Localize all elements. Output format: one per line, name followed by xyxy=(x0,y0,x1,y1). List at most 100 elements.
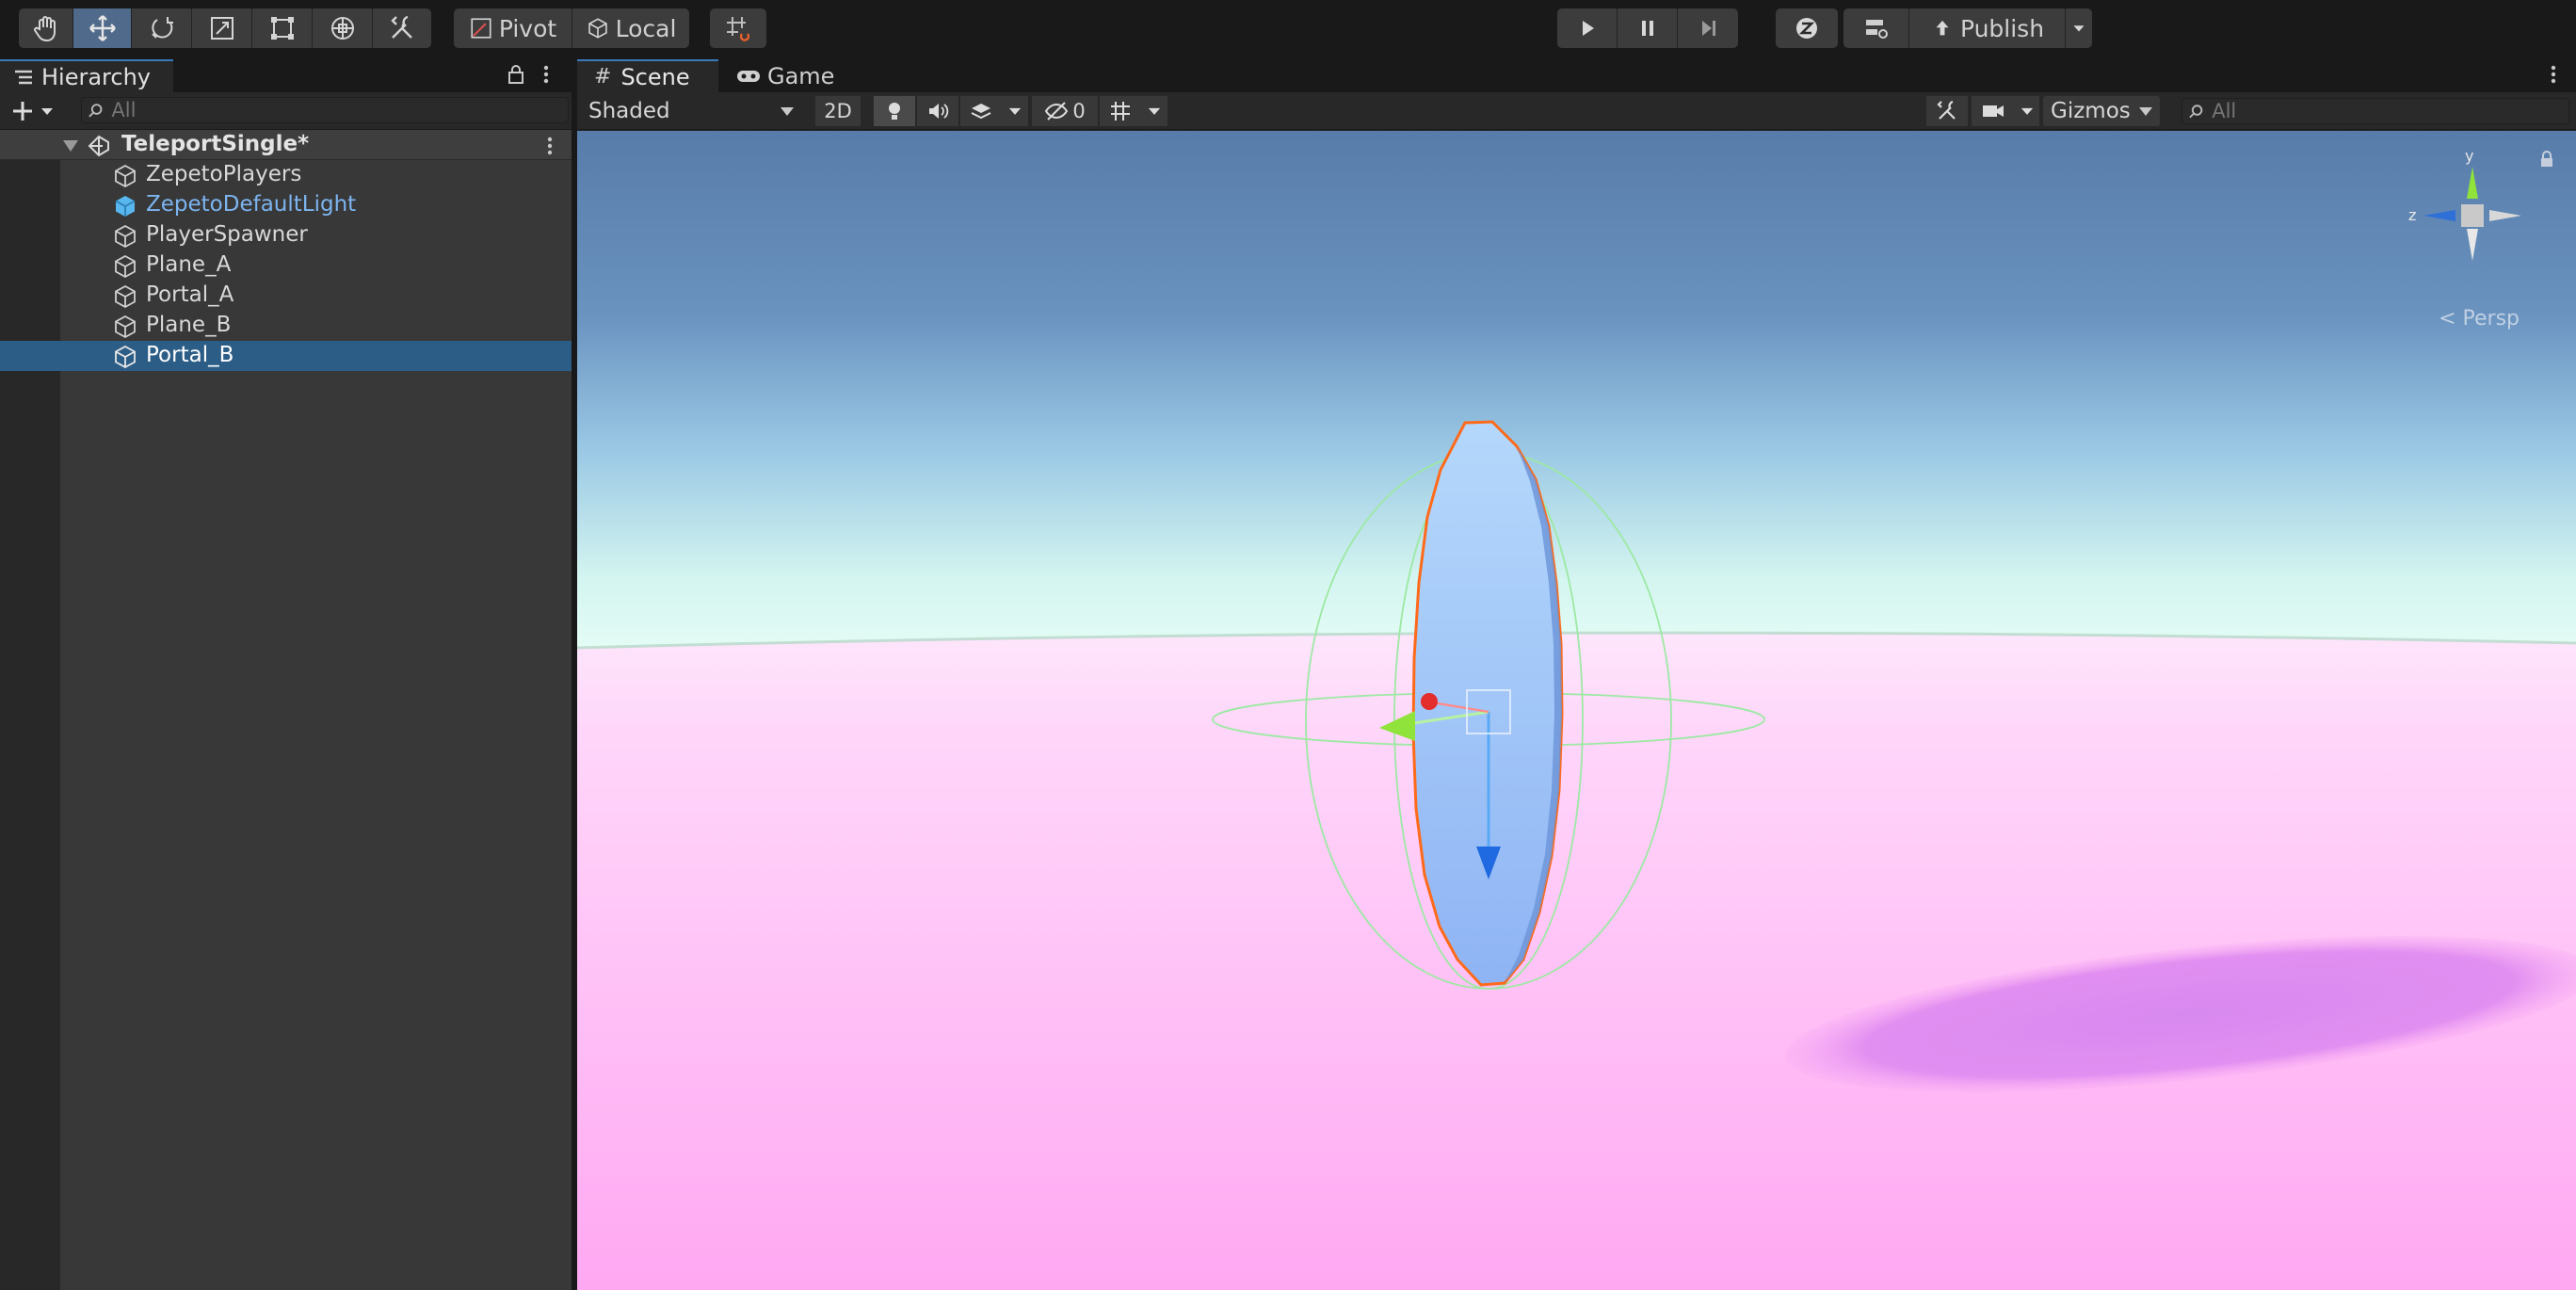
scene-viewport[interactable]: y z < Persp xyxy=(577,131,2576,1290)
hierarchy-item-playerspawner[interactable]: PlayerSpawner xyxy=(0,220,572,250)
hidden-objects-button[interactable]: 0 xyxy=(1032,96,1098,126)
hierarchy-list: TeleportSingle* ZepetoPlayers ZepetoDefa… xyxy=(0,130,572,1290)
orientation-gizmo[interactable]: y z xyxy=(2407,150,2538,282)
zepeto-account-button[interactable] xyxy=(1776,8,1838,48)
pivot-label: Pivot xyxy=(498,14,557,42)
scale-tool-button[interactable] xyxy=(192,8,252,48)
hierarchy-search-input[interactable] xyxy=(104,99,568,121)
zepeto-logo-icon xyxy=(1796,18,1817,39)
transform-tool-button[interactable] xyxy=(313,8,373,48)
hierarchy-item-portal-a[interactable]: Portal_A xyxy=(0,281,572,311)
play-controls xyxy=(1557,8,1738,48)
axis-z-label: z xyxy=(2408,206,2416,224)
pause-button[interactable] xyxy=(1618,8,1678,48)
speaker-icon xyxy=(929,104,949,119)
expand-arrow-icon[interactable] xyxy=(62,139,79,153)
chevron-down-icon xyxy=(1008,107,1022,115)
eye-slash-icon xyxy=(1045,102,1069,121)
effects-layers-icon xyxy=(971,104,991,120)
step-button[interactable] xyxy=(1678,8,1738,48)
scene-tools-button[interactable] xyxy=(1926,96,1968,126)
hierarchy-item-plane-b[interactable]: Plane_B xyxy=(0,311,572,341)
audio-toggle-button[interactable] xyxy=(917,96,958,126)
rect-tool-button[interactable] xyxy=(252,8,313,48)
2d-toggle-button[interactable]: 2D xyxy=(815,96,861,126)
publish-label: Publish xyxy=(1959,14,2045,42)
hierarchy-tab-label: Hierarchy xyxy=(41,63,152,90)
game-tab-label: Game xyxy=(767,62,835,89)
publish-dropdown-button[interactable] xyxy=(2066,8,2092,48)
hierarchy-search[interactable] xyxy=(81,97,569,123)
scene-header-row[interactable]: TeleportSingle* xyxy=(0,130,572,160)
grid-dropdown-button[interactable] xyxy=(1141,96,1167,126)
publish-button[interactable]: Publish xyxy=(1909,8,2066,48)
scene-search-input[interactable] xyxy=(2204,100,2568,122)
scene-menu-icon[interactable] xyxy=(2550,64,2557,85)
effects-dropdown-button[interactable] xyxy=(1002,96,1028,126)
scene-name: TeleportSingle* xyxy=(121,132,310,156)
rotate-icon xyxy=(151,17,173,39)
hierarchy-item-portal-b[interactable]: Portal_B xyxy=(0,341,572,371)
pause-icon xyxy=(1641,21,1653,36)
step-icon xyxy=(1702,21,1715,36)
pivot-button[interactable]: Pivot xyxy=(454,8,572,48)
hierarchy-item-plane-a[interactable]: Plane_A xyxy=(0,250,572,281)
hierarchy-item-label: Plane_B xyxy=(146,313,232,337)
lighting-toggle-button[interactable] xyxy=(874,96,915,126)
chevron-down-icon xyxy=(2139,107,2152,116)
gameobject-icon xyxy=(115,254,136,279)
play-button[interactable] xyxy=(1557,8,1618,48)
persp-text: Persp xyxy=(2462,307,2520,331)
draw-mode-dropdown[interactable]: Shaded xyxy=(581,96,801,126)
unity-scene-icon xyxy=(88,135,109,157)
rotate-tool-button[interactable] xyxy=(132,8,192,48)
camera-icon xyxy=(1983,105,2004,117)
scene-search[interactable] xyxy=(2182,98,2569,124)
hierarchy-item-label: Portal_B xyxy=(146,343,234,367)
move-tool-button[interactable] xyxy=(73,8,132,48)
scene-render xyxy=(577,131,2576,1290)
persp-arrow-icon: < xyxy=(2439,307,2456,331)
chevron-down-icon xyxy=(2021,107,2034,115)
custom-tool-button[interactable] xyxy=(373,8,431,48)
settings-button[interactable] xyxy=(1843,8,1909,48)
search-icon xyxy=(89,104,103,118)
snap-group xyxy=(710,8,766,48)
effects-toggle-button[interactable] xyxy=(960,96,1002,126)
hierarchy-item-zepetodefaultlight[interactable]: ZepetoDefaultLight xyxy=(0,190,572,220)
hierarchy-item-zepetoplayers[interactable]: ZepetoPlayers xyxy=(0,160,572,190)
scene-view-panel: # Scene Game Shaded 2D 0 Gizmos All y z … xyxy=(577,56,2576,1290)
tab-hierarchy[interactable]: Hierarchy xyxy=(0,59,174,92)
grid-toggle-button[interactable] xyxy=(1100,96,1141,126)
search-icon xyxy=(2189,105,2203,119)
gizmo-lock-icon[interactable] xyxy=(2538,150,2555,169)
draw-mode-label: Shaded xyxy=(588,99,670,123)
camera-settings-button[interactable] xyxy=(1972,96,2015,126)
lock-icon[interactable] xyxy=(507,64,525,85)
grid-snap-button[interactable] xyxy=(710,8,766,48)
gameobject-icon xyxy=(115,284,136,309)
kebab-menu-icon[interactable] xyxy=(542,64,550,85)
tab-game[interactable]: Game xyxy=(718,59,851,92)
local-label: Local xyxy=(615,14,677,42)
lightbulb-icon xyxy=(889,103,900,120)
hand-tool-button[interactable] xyxy=(19,8,73,48)
tools-icon xyxy=(391,15,412,39)
gizmos-label: Gizmos xyxy=(2051,99,2131,123)
2d-label: 2D xyxy=(824,100,852,122)
prefab-icon xyxy=(115,196,136,217)
hierarchy-item-label: PlayerSpawner xyxy=(146,222,308,247)
hierarchy-item-label: ZepetoPlayers xyxy=(146,162,302,186)
play-icon xyxy=(1582,21,1594,36)
tab-scene[interactable]: # Scene xyxy=(577,59,718,92)
pivot-local-group: Pivot Local xyxy=(454,8,689,48)
projection-label[interactable]: < Persp xyxy=(2439,307,2520,331)
scene-options-icon[interactable] xyxy=(546,136,554,156)
local-button[interactable]: Local xyxy=(572,8,689,48)
camera-dropdown-button[interactable] xyxy=(2015,96,2039,126)
add-create-button[interactable] xyxy=(11,100,55,122)
chevron-down-icon xyxy=(781,107,794,116)
move-icon xyxy=(89,15,116,41)
axis-y-label: y xyxy=(2465,150,2473,165)
gizmos-dropdown[interactable]: Gizmos xyxy=(2043,96,2160,126)
